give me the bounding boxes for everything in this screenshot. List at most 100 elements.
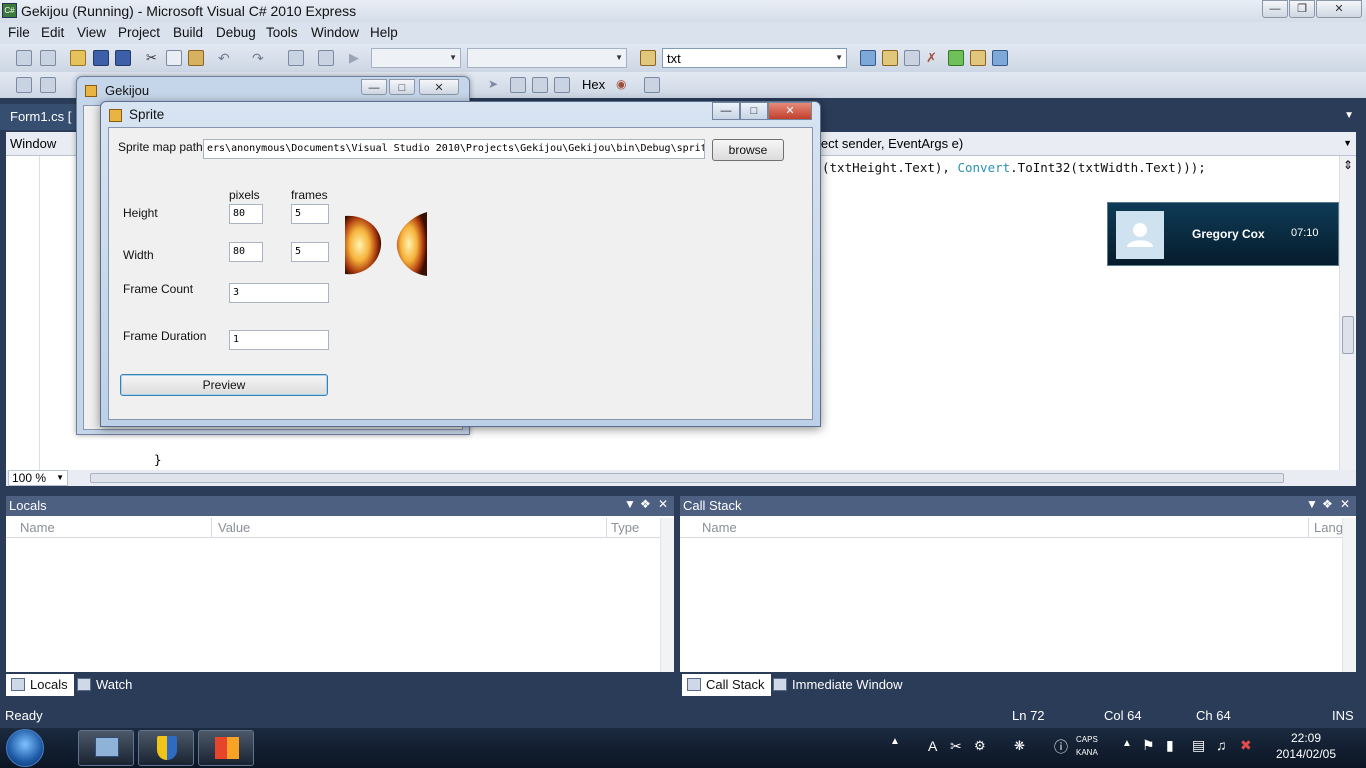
tray-tool-icon[interactable]: ✂	[950, 738, 962, 755]
network-icon[interactable]: ▤	[1192, 737, 1205, 754]
sprite-maximize-button[interactable]: □	[740, 102, 768, 120]
width-pixels-input[interactable]: 80	[229, 242, 263, 262]
tray-gear-icon[interactable]: ❋	[1014, 738, 1025, 754]
volume-icon[interactable]: ♫	[1216, 737, 1227, 753]
minimize-button[interactable]: —	[1262, 0, 1288, 18]
undo-icon[interactable]: ↶	[218, 50, 234, 66]
height-pixels-input[interactable]: 80	[229, 204, 263, 224]
open-file-icon[interactable]	[70, 50, 86, 66]
action-center-flag-icon[interactable]: ⚑	[1142, 737, 1155, 754]
navigate-forward-icon[interactable]	[318, 50, 334, 66]
show-next-statement-icon[interactable]	[554, 77, 570, 93]
start-debugging-icon[interactable]: ▶	[349, 50, 365, 66]
split-handle-icon[interactable]: ⇕	[1343, 158, 1353, 172]
step-into-icon[interactable]: ➤	[488, 77, 504, 93]
close-button[interactable]: ✕	[1316, 0, 1362, 18]
menu-project[interactable]: Project	[118, 25, 160, 40]
ime-icon[interactable]: A	[928, 738, 937, 754]
debug-location-icon[interactable]	[16, 77, 32, 93]
menu-window[interactable]: Window	[311, 25, 359, 40]
pin-icon[interactable]: ❖	[640, 497, 651, 511]
locals-scrollbar[interactable]	[660, 518, 674, 672]
column-name[interactable]: Name	[20, 520, 55, 535]
gekijou-minimize-button[interactable]: —	[361, 79, 387, 95]
window-position-icon[interactable]: ▼	[624, 497, 636, 511]
member-dropdown-arrow-icon[interactable]: ▼	[1343, 138, 1352, 148]
menu-tools[interactable]: Tools	[266, 25, 298, 40]
help-icon[interactable]: ⓘ	[1054, 737, 1068, 757]
extension-manager-icon[interactable]	[970, 50, 986, 66]
type-dropdown[interactable]: Window	[10, 136, 56, 151]
hex-toggle[interactable]: Hex	[582, 77, 605, 92]
menu-file[interactable]: File	[8, 25, 30, 40]
security-alert-icon[interactable]: ✖	[1240, 737, 1252, 754]
tab-list-dropdown-icon[interactable]: ▼	[1344, 110, 1354, 121]
column-language[interactable]: Lang	[1314, 520, 1343, 535]
add-item-icon[interactable]	[40, 50, 56, 66]
zoom-combo[interactable]: 100 % ▼	[8, 470, 68, 486]
taskbar-app-computer[interactable]	[78, 730, 134, 766]
taskbar-app-visual-studio[interactable]	[198, 730, 254, 766]
sprite-map-path-input[interactable]: ers\anonymous\Documents\Visual Studio 20…	[203, 139, 705, 159]
restore-button[interactable]: ❐	[1289, 0, 1315, 18]
tab-locals[interactable]: Locals	[6, 674, 74, 696]
power-icon[interactable]: ▮	[1166, 737, 1174, 754]
breakpoints-window-icon[interactable]	[644, 77, 660, 93]
output-window-icon[interactable]	[992, 50, 1008, 66]
menu-debug[interactable]: Debug	[216, 25, 256, 40]
pin-icon[interactable]: ❖	[1322, 497, 1333, 511]
tray-scroll-icon[interactable]: ▲	[890, 736, 900, 747]
find-combo[interactable]: txt ▼	[662, 48, 847, 68]
close-pane-icon[interactable]: ✕	[1340, 497, 1350, 511]
taskbar-app-shield[interactable]	[138, 730, 194, 766]
menu-help[interactable]: Help	[370, 25, 398, 40]
tab-call-stack[interactable]: Call Stack	[682, 674, 771, 696]
horizontal-scrollbar[interactable]	[90, 473, 1284, 483]
menu-view[interactable]: View	[77, 25, 106, 40]
column-value[interactable]: Value	[218, 520, 250, 535]
object-browser-icon[interactable]	[904, 50, 920, 66]
call-stack-scrollbar[interactable]	[1342, 518, 1356, 672]
platform-combo[interactable]: ▼	[467, 48, 627, 68]
save-all-icon[interactable]	[115, 50, 131, 66]
start-page-icon[interactable]	[948, 50, 964, 66]
properties-icon[interactable]	[882, 50, 898, 66]
gekijou-close-button[interactable]: ✕	[419, 79, 459, 95]
show-threads-icon[interactable]	[40, 77, 56, 93]
gekijou-maximize-button[interactable]: □	[389, 79, 415, 95]
close-pane-icon[interactable]: ✕	[658, 497, 668, 511]
taskbar-clock[interactable]: 22:09 2014/02/05	[1270, 731, 1342, 761]
solution-explorer-icon[interactable]	[860, 50, 876, 66]
start-button[interactable]	[6, 729, 44, 767]
scroll-thumb[interactable]	[1342, 316, 1354, 354]
step-out-icon[interactable]	[532, 77, 548, 93]
window-position-icon[interactable]: ▼	[1306, 497, 1318, 511]
frame-count-input[interactable]: 3	[229, 283, 329, 303]
width-frames-input[interactable]: 5	[291, 242, 329, 262]
editor-vertical-scrollbar[interactable]: ⇕	[1339, 156, 1356, 470]
member-dropdown[interactable]: ject sender, EventArgs e)	[818, 136, 963, 151]
tab-watch[interactable]: Watch	[72, 674, 138, 696]
preview-button[interactable]: Preview	[120, 374, 328, 396]
redo-icon[interactable]: ↷	[252, 50, 268, 66]
solution-config-combo[interactable]: ▼	[371, 48, 461, 68]
column-name[interactable]: Name	[702, 520, 737, 535]
cut-icon[interactable]: ✂	[146, 50, 162, 66]
exception-icon[interactable]: ◉	[616, 77, 632, 93]
step-over-icon[interactable]	[510, 77, 526, 93]
tab-form1-cs[interactable]: Form1.cs [	[0, 104, 82, 130]
copy-icon[interactable]	[166, 50, 182, 66]
height-frames-input[interactable]: 5	[291, 204, 329, 224]
sprite-minimize-button[interactable]: —	[712, 102, 740, 120]
sprite-close-button[interactable]: ✕	[768, 102, 812, 120]
find-in-files-icon[interactable]	[640, 50, 656, 66]
show-hidden-icons-icon[interactable]: ▲	[1122, 738, 1132, 749]
tray-settings-icon[interactable]: ⚙	[974, 738, 986, 754]
column-type[interactable]: Type	[611, 520, 639, 535]
menu-build[interactable]: Build	[173, 25, 203, 40]
toolbox-icon[interactable]: ✗	[926, 50, 942, 66]
save-icon[interactable]	[93, 50, 109, 66]
new-project-icon[interactable]	[16, 50, 32, 66]
notification-toast[interactable]: Gregory Cox 07:10	[1107, 202, 1339, 266]
browse-button[interactable]: browse	[712, 139, 784, 161]
